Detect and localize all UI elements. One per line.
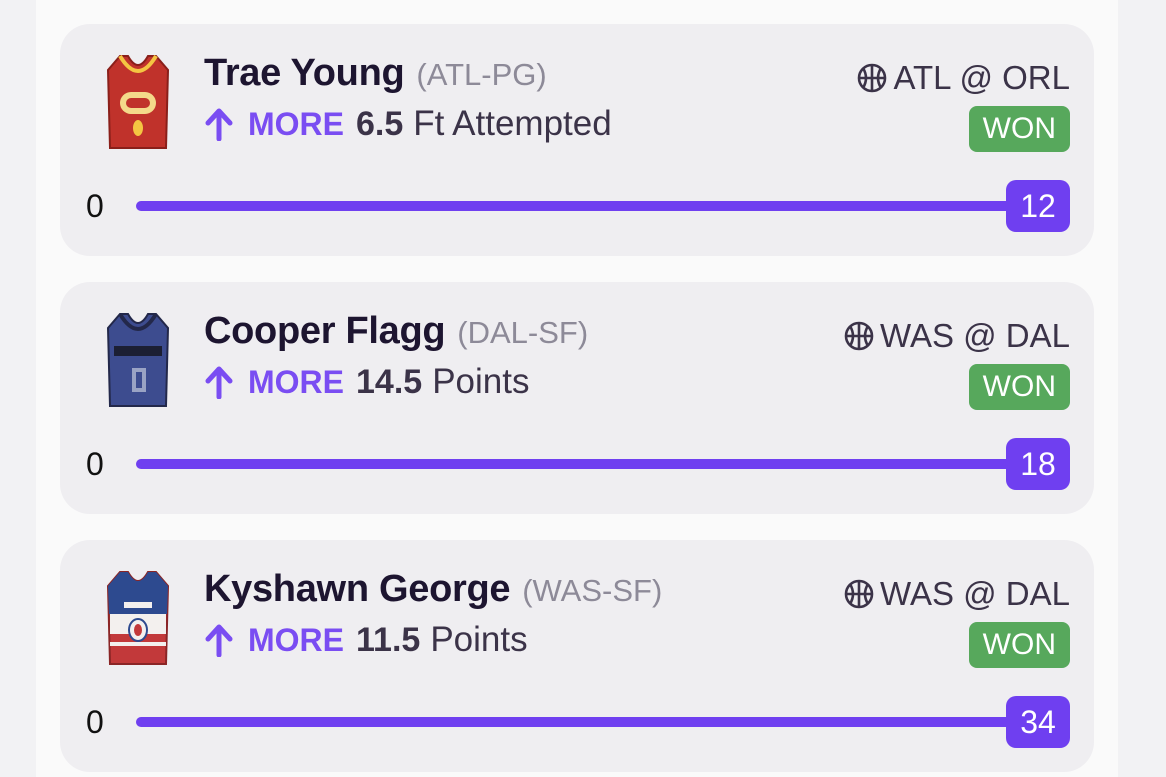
result-badge: WON <box>968 364 1070 410</box>
player-team: (ATL-PG) <box>416 57 547 92</box>
result-badge: WON <box>968 106 1070 152</box>
actual-value-badge: 12 <box>1006 180 1070 232</box>
result-badge: WON <box>968 622 1070 668</box>
progress-min-label: 0 <box>86 446 104 482</box>
pick-card[interactable]: Kyshawn George (WAS-SF) MORE 11.5 Points… <box>60 540 1094 772</box>
pick-stat: Points <box>430 620 528 659</box>
atlanta-jersey-icon <box>106 54 170 149</box>
progress-min-label: 0 <box>86 704 104 740</box>
pick-line-value: 11.5 <box>356 620 421 659</box>
pick-direction: MORE <box>248 621 344 658</box>
pick-stat: Ft Attempted <box>413 104 612 143</box>
player-name: Trae Young <box>204 52 405 94</box>
progress-track <box>136 717 1022 727</box>
arrow-up-icon <box>205 366 233 399</box>
pick-line-value: 14.5 <box>356 362 423 401</box>
basketball-icon <box>844 321 874 351</box>
pick-direction: MORE <box>248 363 344 400</box>
matchup: ATL @ ORL <box>893 59 1070 96</box>
arrow-up-icon <box>205 108 233 141</box>
progress-track <box>136 201 1022 211</box>
player-team: (DAL-SF) <box>457 315 589 350</box>
player-name: Kyshawn George <box>204 568 511 610</box>
pick-card[interactable]: Cooper Flagg (DAL-SF) MORE 14.5 Points W… <box>60 282 1094 514</box>
pick-direction: MORE <box>248 105 344 142</box>
progress-fill <box>136 717 1022 727</box>
actual-value-badge: 34 <box>1006 696 1070 748</box>
washington-jersey-icon <box>106 571 170 665</box>
picks-list: Trae Young (ATL-PG) MORE 6.5 Ft Attempte… <box>36 0 1118 777</box>
matchup: WAS @ DAL <box>880 317 1070 354</box>
pick-line-value: 6.5 <box>356 104 404 143</box>
arrow-up-icon <box>205 624 233 657</box>
actual-value-badge: 18 <box>1006 438 1070 490</box>
dallas-jersey-icon <box>106 312 170 407</box>
pick-stat: Points <box>432 362 530 401</box>
progress-fill <box>136 201 1022 211</box>
player-team: (WAS-SF) <box>522 573 663 608</box>
basketball-icon <box>858 63 887 93</box>
matchup: WAS @ DAL <box>880 575 1070 612</box>
progress-min-label: 0 <box>86 188 104 224</box>
player-name: Cooper Flagg <box>204 310 446 352</box>
pick-card[interactable]: Trae Young (ATL-PG) MORE 6.5 Ft Attempte… <box>60 24 1094 256</box>
basketball-icon <box>844 579 874 609</box>
progress-fill <box>136 459 1022 469</box>
progress-track <box>136 459 1022 469</box>
